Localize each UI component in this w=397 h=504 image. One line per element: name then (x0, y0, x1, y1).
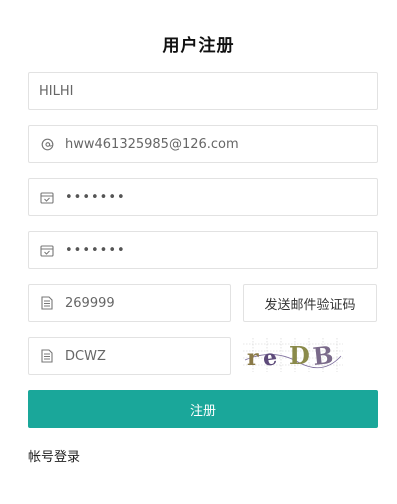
confirm-password-input[interactable] (65, 232, 377, 268)
at-sign-icon (39, 136, 55, 152)
captcha-input[interactable] (65, 338, 230, 374)
captcha-image[interactable]: r e D B (243, 338, 343, 372)
email-code-field-box (28, 284, 231, 322)
username-input[interactable] (29, 73, 377, 109)
document-icon (39, 295, 55, 311)
username-field-box (28, 72, 378, 110)
account-login-link[interactable]: 帐号登录 (28, 446, 80, 465)
confirm-password-field-box (28, 231, 378, 269)
captcha-field-box (28, 337, 231, 375)
send-email-code-button[interactable]: 发送邮件验证码 (243, 284, 377, 322)
page-title: 用户注册 (162, 36, 235, 56)
svg-text:e: e (261, 344, 278, 372)
password-input[interactable] (65, 179, 377, 215)
lock-icon (39, 242, 55, 258)
register-page: 用户注册 HILHI hww461325985@126.com ••••••• … (0, 0, 397, 504)
svg-text:r: r (247, 345, 259, 371)
register-button[interactable]: 注册 (28, 390, 378, 428)
lock-icon (39, 189, 55, 205)
svg-text:B: B (311, 340, 334, 371)
svg-text:D: D (289, 341, 310, 370)
password-field-box (28, 178, 378, 216)
email-field-box (28, 125, 378, 163)
email-code-input[interactable] (65, 285, 230, 321)
document-icon (39, 348, 55, 364)
email-input[interactable] (65, 126, 377, 162)
